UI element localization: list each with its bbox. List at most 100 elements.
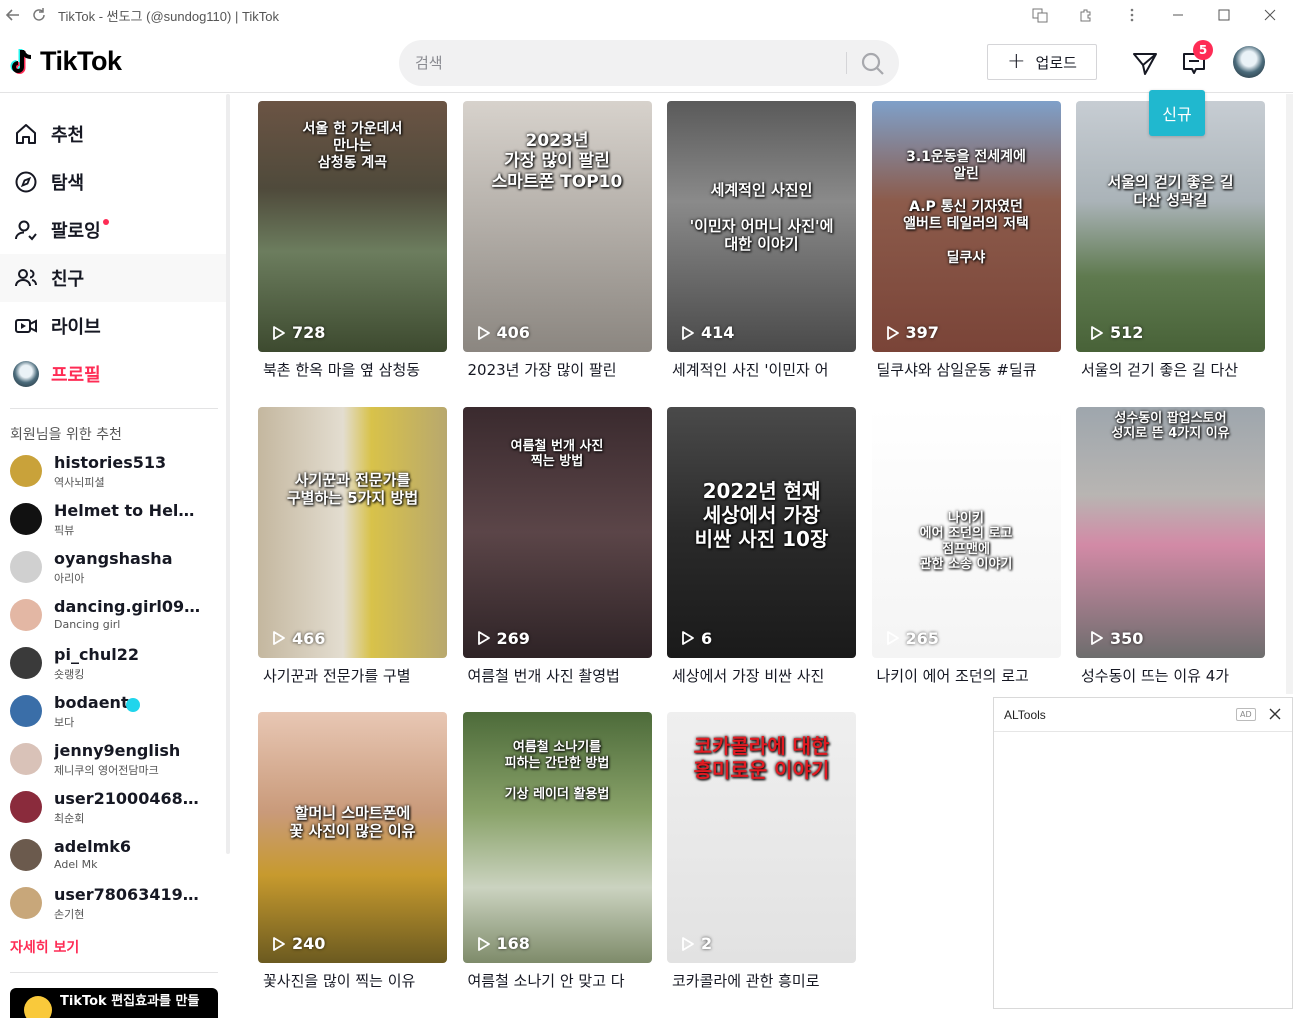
video-thumbnail[interactable]: 2022년 현재 세상에서 가장 비싼 사진 10장 6	[667, 406, 856, 658]
account-name: adelmk6	[54, 837, 132, 856]
tiktok-logo[interactable]: TikTok	[10, 46, 122, 77]
video-caption[interactable]: 코카콜라에 관한 흥미로	[672, 970, 856, 991]
translate-icon[interactable]	[1017, 0, 1063, 30]
video-thumbnail[interactable]: 코카콜라에 대한 흥미로운 이야기 2	[667, 712, 856, 963]
play-icon	[273, 325, 285, 340]
view-count: 6	[681, 629, 712, 648]
video-caption[interactable]: 세계적인 사진 '이민자 어	[672, 359, 856, 380]
thumbnail-overlay-text: 코카콜라에 대한 흥미로운 이야기	[693, 734, 830, 782]
account-nickname: 픽뷰	[54, 524, 75, 537]
close-icon[interactable]	[1268, 705, 1282, 726]
view-count: 350	[1090, 629, 1143, 648]
thumbnail-overlay-text: 3.1운동을 전세계에 알린 A.P 통신 기자였던 앨버트 테일러의 저택 딜…	[903, 149, 1029, 266]
ad-label: AD	[1236, 708, 1256, 721]
play-icon	[477, 325, 490, 340]
upload-button[interactable]: + 업로드	[987, 44, 1097, 80]
account-nickname: 최순회	[54, 812, 85, 825]
back-icon[interactable]	[0, 0, 26, 30]
more-menu-icon[interactable]	[1109, 0, 1155, 30]
video-thumbnail[interactable]: 서울 한 가운데서 만나는 삼청동 계곡 728	[258, 101, 447, 352]
play-icon	[682, 325, 694, 340]
suggested-account[interactable]: histories513 역사뇌피셜	[0, 449, 228, 497]
nav-label: 추천	[51, 125, 85, 146]
suggested-account[interactable]: user210004681... 최순회	[0, 785, 228, 833]
search-icon[interactable]	[859, 50, 887, 78]
maximize-icon[interactable]	[1201, 0, 1247, 30]
thumbnail-overlay-text: 2022년 현재 세상에서 가장 비싼 사진 10장	[694, 478, 829, 551]
suggested-account[interactable]: user7806341939... 손기현	[0, 881, 228, 929]
account-nickname: 역사뇌피셜	[54, 476, 105, 489]
video-caption[interactable]: 사기꾼과 전문가를 구별	[263, 665, 447, 686]
new-tag[interactable]: 신규	[1149, 90, 1205, 136]
video-thumbnail[interactable]: 3.1운동을 전세계에 알린 A.P 통신 기자였던 앨버트 테일러의 저택 딜…	[871, 101, 1061, 352]
see-more-link[interactable]: 자세히 보기	[10, 937, 79, 957]
suggested-account[interactable]: pi_chul22 숏랭킹	[0, 641, 228, 689]
video-thumbnail[interactable]: 성수동이 팝업스토어 성지로 뜬 4가지 이유 350	[1076, 406, 1265, 658]
view-count-number: 466	[292, 628, 326, 648]
user-avatar[interactable]	[1233, 46, 1265, 78]
thumbnail-overlay-text: 할머니 스마트폰에 꽃 사진이 많은 이유	[289, 804, 416, 840]
extensions-icon[interactable]	[1063, 0, 1109, 30]
suggested-account[interactable]: Helmet to Helme... 픽뷰	[0, 497, 228, 545]
play-icon	[477, 936, 490, 951]
close-window-icon[interactable]	[1247, 0, 1293, 30]
video-thumbnail[interactable]: 여름철 번개 사진 찍는 방법 269	[462, 406, 652, 658]
view-count-number: 265	[905, 628, 939, 648]
video-thumbnail[interactable]: 서울의 걷기 좋은 길 다산 성곽길 512	[1076, 101, 1265, 352]
nav-label: 친구	[51, 269, 85, 290]
video-thumbnail[interactable]: 사기꾼과 전문가를 구별하는 5가지 방법 466	[258, 406, 447, 658]
video-caption[interactable]: 서울의 걷기 좋은 길 다산	[1081, 359, 1265, 380]
sidebar-scrollbar[interactable]	[226, 94, 230, 854]
account-avatar	[10, 599, 42, 631]
send-icon[interactable]	[1131, 49, 1159, 77]
nav-following[interactable]: 팔로잉	[0, 206, 228, 254]
video-caption[interactable]: 여름철 소나기 안 맞고 다	[468, 970, 652, 991]
view-count: 728	[272, 323, 325, 342]
view-count: 414	[681, 323, 734, 342]
suggested-account[interactable]: dancing.girl0946 Dancing girl	[0, 593, 228, 641]
view-count: 265	[886, 629, 939, 648]
nav-for-you[interactable]: 추천	[0, 110, 228, 158]
video-caption[interactable]: 성수동이 뜨는 이유 4가	[1081, 665, 1265, 686]
account-avatar	[10, 839, 42, 871]
nav-profile[interactable]: 프로필	[0, 350, 228, 398]
suggested-account[interactable]: bodaent 보다	[0, 689, 228, 737]
video-thumbnail[interactable]: 여름철 소나기를 피하는 간단한 방법 기상 레이더 활용법 168	[462, 712, 652, 963]
nav-live[interactable]: 라이브	[0, 302, 228, 350]
effect-promo-banner[interactable]: TikTok 편집효과를 만들	[10, 988, 218, 1018]
suggested-account[interactable]: oyangshasha 아리아	[0, 545, 228, 593]
search-bar	[399, 40, 899, 86]
main-scrollbar[interactable]	[1286, 94, 1293, 694]
refresh-icon[interactable]	[26, 0, 52, 30]
play-icon	[477, 631, 490, 645]
video-caption[interactable]: 여름철 번개 사진 촬영법	[468, 665, 652, 686]
video-caption[interactable]: 나키이 에어 조던의 로고	[877, 665, 1061, 686]
video-thumbnail[interactable]: 세계적인 사진인 '이민자 어머니 사진'에 대한 이야기 414	[667, 101, 856, 352]
view-count: 269	[477, 629, 530, 648]
video-caption[interactable]: 딜쿠샤와 삼일운동 #딜큐	[877, 359, 1061, 380]
suggested-account[interactable]: adelmk6 Adel Mk	[0, 833, 228, 881]
minimize-icon[interactable]	[1155, 0, 1201, 30]
account-nickname: Adel Mk	[54, 858, 98, 871]
view-count: 2	[681, 934, 712, 953]
account-avatar	[10, 503, 42, 535]
suggested-account[interactable]: jenny9english 제니쿠의 영어전담마크	[0, 737, 228, 785]
video-caption[interactable]: 꽃사진을 많이 찍는 이유	[263, 970, 447, 991]
video-caption[interactable]: 2023년 가장 많이 팔린	[468, 359, 652, 380]
video-thumbnail[interactable]: 2023년 가장 많이 팔린 스마트폰 TOP10 406	[462, 101, 652, 352]
home-icon	[13, 121, 39, 147]
thumbnail-overlay-text: 여름철 번개 사진 찍는 방법	[510, 438, 604, 470]
video-caption[interactable]: 북촌 한옥 마을 옆 삼청동	[263, 359, 447, 380]
view-count-number: 728	[292, 323, 326, 342]
thumbnail-overlay-text: 서울의 걷기 좋은 길 다산 성곽길	[1107, 173, 1234, 209]
following-icon	[13, 217, 39, 243]
new-dot-indicator	[102, 219, 109, 225]
video-thumbnail[interactable]: 나이키 에어 조던의 로고 점프맨에 관한 소송 이야기 265	[871, 406, 1061, 658]
nav-label: 라이브	[51, 317, 101, 338]
search-input[interactable]	[415, 54, 835, 72]
compass-icon	[13, 169, 39, 195]
video-thumbnail[interactable]: 할머니 스마트폰에 꽃 사진이 많은 이유 240	[258, 712, 447, 963]
video-caption[interactable]: 세상에서 가장 비싼 사진	[672, 665, 856, 686]
nav-explore[interactable]: 탐색	[0, 158, 228, 206]
nav-friends[interactable]: 친구	[0, 254, 228, 302]
